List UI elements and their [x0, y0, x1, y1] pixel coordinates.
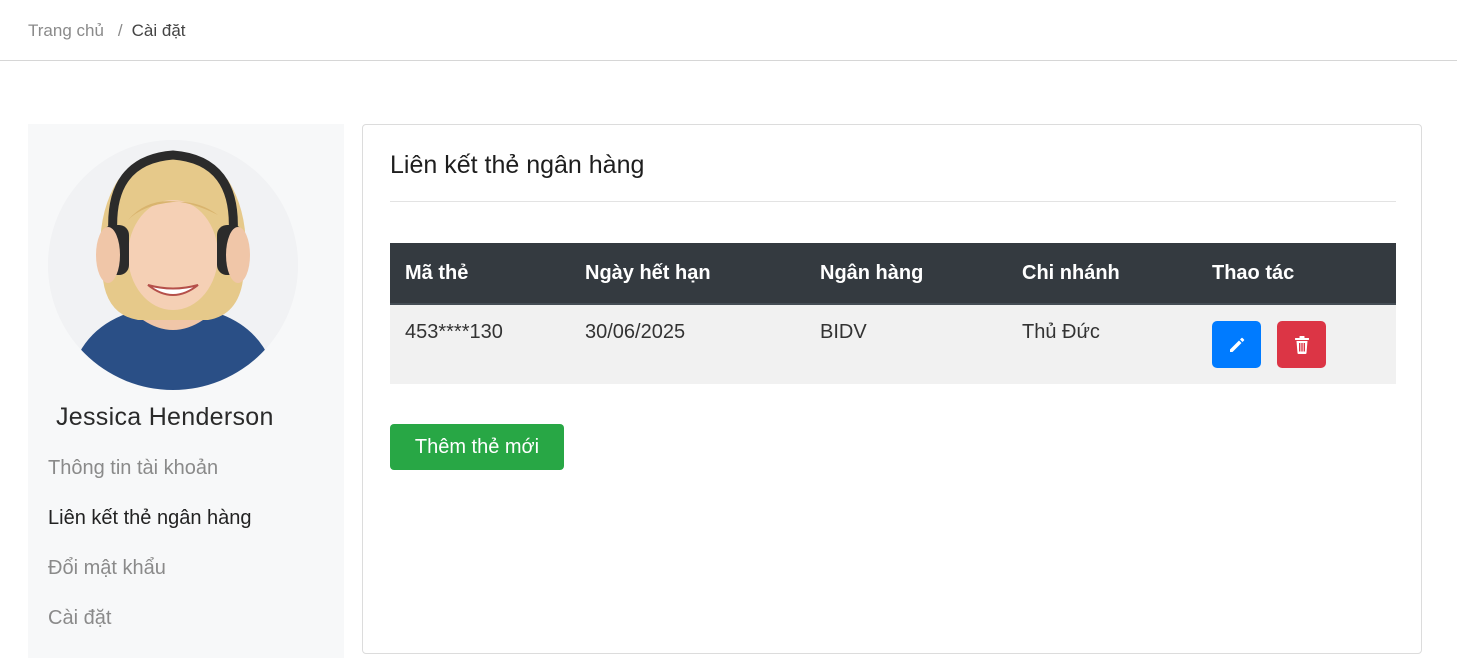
trash-icon	[1294, 335, 1309, 354]
breadcrumb-home-link[interactable]: Trang chủ	[28, 21, 104, 41]
branch-cell: Thủ Đức	[1007, 304, 1197, 384]
delete-card-button[interactable]	[1277, 321, 1326, 368]
add-card-button[interactable]: Thêm thẻ mới	[390, 424, 564, 470]
column-header-bank: Ngân hàng	[805, 243, 1007, 305]
bank-card-panel: Liên kết thẻ ngân hàng Mã thẻ Ngày hết h…	[362, 124, 1422, 654]
sidebar: Jessica Henderson Thông tin tài khoản Li…	[28, 124, 344, 658]
breadcrumb: Trang chủ / Cài đặt	[28, 21, 186, 41]
breadcrumb-current: Cài đặt	[131, 21, 186, 40]
bank-card-table: Mã thẻ Ngày hết hạn Ngân hàng Chi nhánh …	[390, 243, 1396, 384]
column-header-actions: Thao tác	[1197, 243, 1396, 305]
column-header-branch: Chi nhánh	[1007, 243, 1197, 305]
table-header-row: Mã thẻ Ngày hết hạn Ngân hàng Chi nhánh …	[390, 243, 1396, 305]
card-number-cell: 453****130	[390, 304, 570, 384]
bank-cell: BIDV	[805, 304, 1007, 384]
sidebar-item-change-password[interactable]: Đổi mật khẩu	[48, 554, 252, 604]
pencil-icon	[1229, 337, 1244, 352]
breadcrumb-bar: Trang chủ / Cài đặt	[0, 0, 1457, 61]
edit-card-button[interactable]	[1212, 321, 1261, 368]
divider	[390, 201, 1396, 202]
column-header-expiry: Ngày hết hạn	[570, 243, 805, 305]
column-header-card-number: Mã thẻ	[390, 243, 570, 305]
avatar	[48, 140, 298, 390]
breadcrumb-separator: /	[117, 21, 123, 40]
sidebar-nav: Thông tin tài khoản Liên kết thẻ ngân hà…	[48, 454, 252, 654]
sidebar-item-bank-cards[interactable]: Liên kết thẻ ngân hàng	[48, 504, 252, 554]
actions-cell	[1197, 304, 1396, 384]
avatar-image	[48, 140, 298, 390]
panel-title: Liên kết thẻ ngân hàng	[390, 151, 645, 179]
table-row: 453****130 30/06/2025 BIDV Thủ Đức	[390, 304, 1396, 384]
expiry-cell: 30/06/2025	[570, 304, 805, 384]
user-name: Jessica Henderson	[56, 403, 274, 431]
sidebar-item-settings[interactable]: Cài đặt	[48, 604, 252, 654]
sidebar-item-account-info[interactable]: Thông tin tài khoản	[48, 454, 252, 504]
